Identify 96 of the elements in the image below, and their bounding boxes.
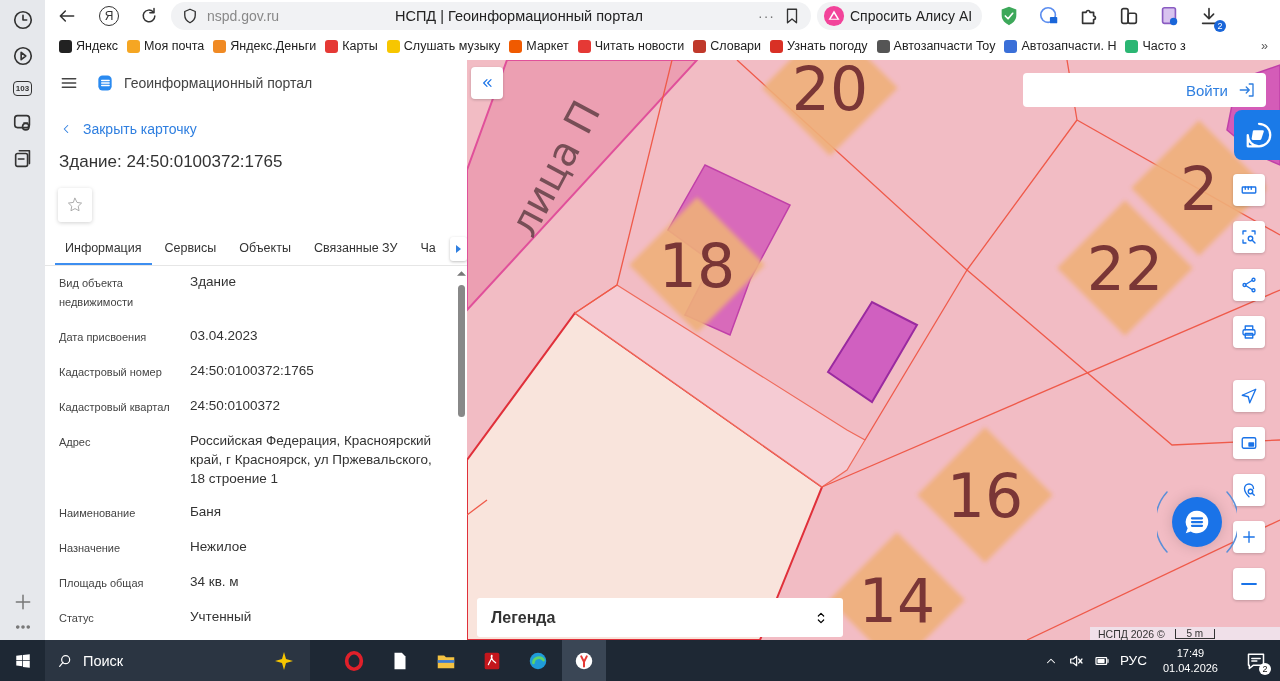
share-button[interactable] (1233, 269, 1265, 301)
ruler-button[interactable] (1233, 174, 1265, 206)
star-icon (66, 196, 84, 214)
bookmark-link[interactable]: Яндекс (59, 39, 119, 53)
zoom-in-icon (1240, 528, 1258, 546)
yandex-browser-button[interactable] (562, 640, 606, 681)
portal-title: Геоинформационный портал (124, 75, 313, 91)
field-value: 24:50:0100372 (190, 397, 282, 415)
picture-in-picture-icon (1240, 434, 1258, 452)
windows-logo-icon[interactable] (13, 651, 32, 670)
page-title: НСПД | Геоинформационный портал (395, 8, 644, 24)
bookmark-link[interactable]: Словари (693, 39, 762, 53)
chat-button[interactable] (1172, 497, 1222, 547)
bookmark-link[interactable]: Карты (325, 39, 378, 53)
card-heading: Здание: 24:50:0100372:1765 (59, 152, 284, 172)
map-attribution: НСПД 2026 © (1098, 627, 1165, 640)
navigation-arrow-icon (1240, 387, 1258, 405)
field-value: Нежилое (190, 538, 248, 556)
field-value: 24:50:0100372:1765 (190, 362, 315, 380)
house-number-tile: 18 (629, 197, 765, 333)
tab[interactable]: Объекты (229, 232, 301, 265)
scroll-tabs-button[interactable] (449, 236, 467, 261)
bookmark-link[interactable]: Яндекс.Деньги (213, 39, 317, 53)
field-value: Учтенный (190, 608, 253, 626)
street-name-label: лица П (500, 93, 610, 244)
zoom-out-button[interactable] (1233, 568, 1265, 600)
close-card-link[interactable]: Закрыть карточку (83, 121, 197, 137)
area-select-button[interactable] (1233, 221, 1265, 253)
downloads-count-badge: 2 (1214, 20, 1227, 32)
picture-in-picture-button[interactable] (1233, 427, 1265, 459)
ask-alice-button[interactable]: Спросить Алису AI (817, 2, 983, 30)
field-value: Баня (190, 503, 223, 521)
scrollbar-thumb[interactable] (457, 285, 465, 417)
speech-bubble-icon (1244, 120, 1274, 150)
bookmark-link[interactable]: Слушать музыку (386, 39, 501, 53)
field-label: Назначение (59, 541, 122, 556)
print-button[interactable] (1233, 316, 1265, 348)
bookmark-link[interactable]: Моя почта (127, 39, 205, 53)
opera-icon (343, 649, 365, 672)
collapse-panel-button[interactable] (471, 67, 503, 99)
field-value: 03.04.2023 (190, 327, 259, 345)
zoom-in-button[interactable] (1233, 521, 1265, 553)
login-bar[interactable]: Войти (1023, 73, 1266, 107)
taskbar-clock[interactable]: 17:49 01.04.2026 (1162, 645, 1218, 676)
page-menu-button[interactable]: ··· (758, 8, 775, 24)
field-label: Адрес (59, 435, 92, 450)
bookmark-link[interactable]: Автозапчасти Toy (876, 39, 996, 53)
bookmark-link[interactable]: Часто з (1125, 39, 1186, 53)
portal-logo-icon (95, 73, 115, 93)
address-bar[interactable]: nspd.gov.ru НСПД | Геоинформационный портал ··· (171, 2, 811, 30)
field-label: Вид объекта недвижимости (59, 276, 135, 310)
field-label: Площадь общая (59, 576, 145, 591)
triangle-right-icon (455, 244, 461, 253)
house-number-tile: 14 (829, 532, 965, 640)
scroll-up-icon[interactable] (456, 270, 466, 277)
legend-dropdown[interactable]: Легенда (477, 598, 843, 637)
tab[interactable]: Связанные ЗУ (303, 232, 408, 265)
selected-building[interactable] (826, 300, 919, 404)
area-select-icon (1240, 228, 1258, 246)
house-number-tile: 16 (917, 427, 1053, 563)
alice-icon (823, 5, 845, 27)
tab[interactable]: Сервисы (154, 232, 227, 265)
zoom-out-icon (1241, 582, 1257, 586)
more-dots-icon[interactable] (13, 622, 32, 632)
play-icon[interactable] (11, 45, 34, 67)
phone-number-badge[interactable]: 103 (12, 81, 33, 96)
navigation-arrow-button[interactable] (1233, 380, 1265, 412)
tab[interactable]: Ча (410, 232, 446, 265)
clock-icon[interactable] (11, 9, 34, 31)
bookmark-link[interactable]: Маркет (509, 39, 569, 53)
field-value: 34 кв. м (190, 573, 240, 591)
shield-icon (181, 7, 199, 25)
field-value: Российская Федерация, Красноярский край, г Красноярск, ул Пржевальского, 18 строение 1 (190, 432, 433, 488)
tab[interactable]: Информация (55, 232, 152, 265)
house-number-tile: 20 (762, 60, 898, 156)
notification-count-badge: 2 (1259, 662, 1271, 675)
search-icon (57, 652, 73, 669)
field-value: Здание (190, 273, 238, 291)
taskbar-search-field[interactable]: Поиск (45, 640, 310, 681)
input-language-indicator[interactable]: РУС (1119, 653, 1147, 668)
share-icon (1240, 276, 1258, 294)
location-search-button[interactable] (1233, 474, 1265, 506)
field-label: Наименование (59, 506, 137, 521)
login-arrow-icon (1238, 81, 1256, 99)
bookmark-link[interactable]: Узнать погоду (770, 39, 868, 53)
feedback-tab-button[interactable] (1234, 110, 1280, 160)
field-label: Статус (59, 611, 95, 626)
print-icon (1240, 323, 1258, 341)
field-label: Кадастровый квартал (59, 400, 171, 415)
bookmark-link[interactable]: Читать новости (577, 39, 685, 53)
field-label: Дата присвоения (59, 330, 148, 345)
field-label: Кадастровый номер (59, 365, 163, 380)
bookmark-link[interactable]: Автозапчасти. Н (1004, 39, 1117, 53)
scale-bar: 5 m (1174, 628, 1215, 639)
more-bookmarks-button[interactable]: » (1261, 39, 1268, 53)
url-text: nspd.gov.ru (207, 8, 281, 24)
